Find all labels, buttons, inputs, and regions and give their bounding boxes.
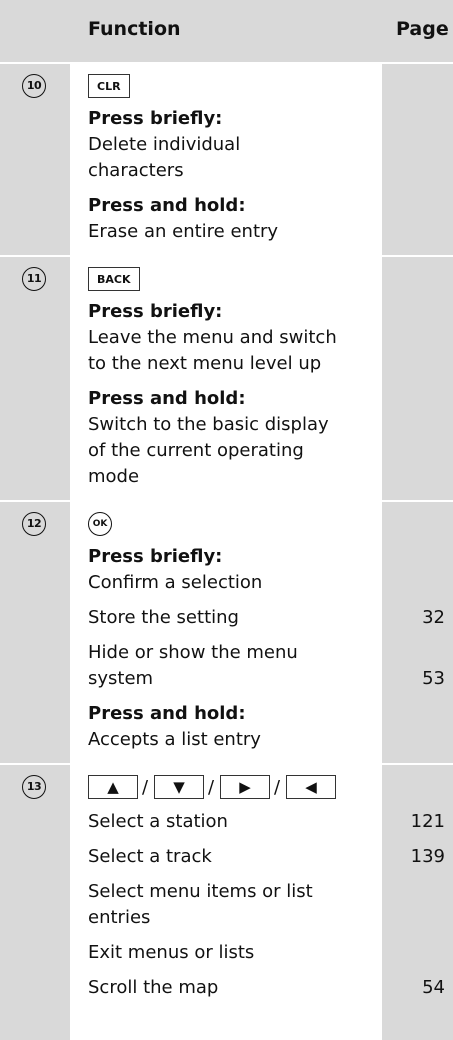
function-text: Switch to the basic display xyxy=(88,414,329,435)
back-key-icon: BACK xyxy=(88,267,140,291)
header-page: Page xyxy=(396,18,449,40)
function-text: Select a track xyxy=(88,846,212,867)
table-header: Function Page xyxy=(0,0,453,62)
arrow-keys-group: ▲ / ▼ / ▶ / ◀ xyxy=(88,775,348,801)
function-text: Leave the menu and switch xyxy=(88,327,337,348)
header-function: Function xyxy=(88,18,181,40)
function-text: characters xyxy=(88,160,184,181)
row-number-badge: 13 xyxy=(22,775,46,799)
right-arrow-icon: ▶ xyxy=(220,775,270,799)
press-briefly-label: Press briefly: xyxy=(88,301,223,322)
separator: / xyxy=(274,777,281,798)
function-text: Store the setting xyxy=(88,607,239,628)
function-text: of the current operating xyxy=(88,440,304,461)
page-column xyxy=(382,0,453,1040)
row-divider xyxy=(0,500,453,502)
function-text: mode xyxy=(88,466,140,487)
press-hold-label: Press and hold: xyxy=(88,703,246,724)
page-reference: 32 xyxy=(422,607,445,628)
function-text: Delete individual xyxy=(88,134,241,155)
row-divider xyxy=(0,62,453,64)
clr-key-icon: CLR xyxy=(88,74,130,98)
press-hold-label: Press and hold: xyxy=(88,388,246,409)
function-table: Function Page 10 CLR Press briefly: Dele… xyxy=(0,0,453,1040)
function-text: to the next menu level up xyxy=(88,353,322,374)
press-briefly-label: Press briefly: xyxy=(88,108,223,129)
ok-button-icon: OK xyxy=(88,512,112,536)
function-text: Confirm a selection xyxy=(88,572,263,593)
function-text: system xyxy=(88,668,154,689)
left-arrow-icon: ◀ xyxy=(286,775,336,799)
page-reference: 54 xyxy=(422,977,445,998)
separator: / xyxy=(142,777,149,798)
separator: / xyxy=(208,777,215,798)
page-reference: 139 xyxy=(410,846,445,867)
function-text: Select a station xyxy=(88,811,228,832)
down-arrow-icon: ▼ xyxy=(154,775,204,799)
row-number-badge: 11 xyxy=(22,267,46,291)
function-text: Scroll the map xyxy=(88,977,219,998)
function-text: Erase an entire entry xyxy=(88,221,279,242)
function-text: Hide or show the menu xyxy=(88,642,298,663)
function-text: entries xyxy=(88,907,151,928)
page-reference: 121 xyxy=(410,811,445,832)
up-arrow-icon: ▲ xyxy=(88,775,138,799)
row-number-badge: 10 xyxy=(22,74,46,98)
function-text: Accepts a list entry xyxy=(88,729,261,750)
row-divider xyxy=(0,255,453,257)
press-hold-label: Press and hold: xyxy=(88,195,246,216)
function-text: Exit menus or lists xyxy=(88,942,255,963)
function-text: Select menu items or list xyxy=(88,881,313,902)
page-reference: 53 xyxy=(422,668,445,689)
row-divider xyxy=(0,763,453,765)
press-briefly-label: Press briefly: xyxy=(88,546,223,567)
row-number-badge: 12 xyxy=(22,512,46,536)
